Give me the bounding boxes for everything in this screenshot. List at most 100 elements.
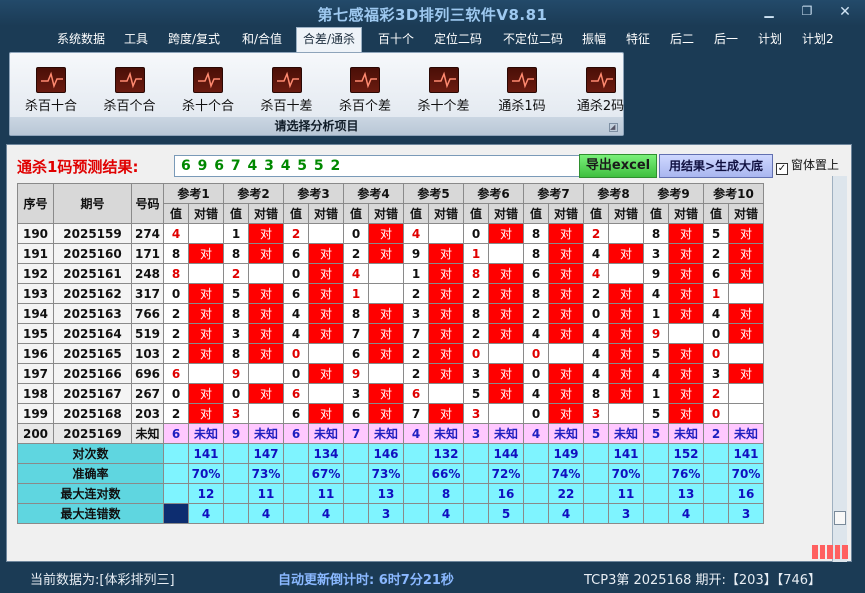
cell-value: 2 xyxy=(583,223,609,244)
cell-value: 9 xyxy=(643,323,669,344)
menu-item-2[interactable]: 跨度/复式 xyxy=(168,30,220,47)
cell-value: 3 xyxy=(463,423,489,444)
generate-base-button[interactable]: 用结果>生成大底 xyxy=(659,154,773,178)
cell-idx: 192 xyxy=(17,263,54,284)
stat-spacer xyxy=(223,463,249,484)
cell-value: 4 xyxy=(643,283,669,304)
table-row[interactable]: 197 2025166 696 6 9 0 对 9 2 对 3 对 0 对 4 对 4 对 3 对 xyxy=(17,363,764,384)
menu-item-10[interactable]: 后二 xyxy=(670,30,694,47)
status-bar: 当前数据为:[体彩排列三] 自动更新倒计时: 6时7分21秒 TCP3第 202… xyxy=(0,565,865,593)
menu-item-6[interactable]: 定位二码 xyxy=(434,30,482,47)
table-row[interactable]: 198 2025167 267 0 对 0 对 6 3 对 6 5 对 4 对 8 对 1 对 2 xyxy=(17,383,764,404)
cell-hit: 对 xyxy=(668,243,704,264)
stat-value: 147 xyxy=(248,443,284,464)
vertical-scrollbar[interactable] xyxy=(832,176,847,562)
cell-value: 8 xyxy=(583,383,609,404)
ribbon-button-6[interactable]: 通杀1码 xyxy=(485,67,559,114)
menu-item-1[interactable]: 工具 xyxy=(124,30,148,47)
cell-value: 2 xyxy=(283,223,309,244)
cell-hit: 对 xyxy=(188,403,224,424)
stat-spacer xyxy=(703,483,729,504)
cell-value: 4 xyxy=(283,323,309,344)
cell-value: 2 xyxy=(703,423,729,444)
menu-item-7[interactable]: 不定位二码 xyxy=(503,30,563,47)
cell-hit: 对 xyxy=(248,383,284,404)
cell-hit: 对 xyxy=(428,283,464,304)
menu-item-13[interactable]: 计划2 xyxy=(802,30,834,47)
stat-spacer xyxy=(163,463,189,484)
maximize-icon[interactable]: ❐ xyxy=(798,4,816,18)
minimize-icon[interactable]: ▁ xyxy=(760,4,778,18)
cell-value: 5 xyxy=(583,423,609,444)
stat-value: 149 xyxy=(548,443,584,464)
menu-item-12[interactable]: 计划 xyxy=(758,30,782,47)
scrollbar-thumb[interactable] xyxy=(834,511,846,525)
menu-item-8[interactable]: 振幅 xyxy=(582,30,606,47)
cell-hit: 对 xyxy=(248,303,284,324)
cell-hit: 对 xyxy=(548,243,584,264)
ribbon-button-3[interactable]: 杀百十差 xyxy=(250,67,324,114)
chart-pulse-icon xyxy=(271,67,302,93)
table-row[interactable]: 193 2025162 317 0 对 5 对 6 对 1 2 对 2 对 8 对 2 对 4 对 1 xyxy=(17,283,764,304)
stat-spacer xyxy=(643,483,669,504)
cell-hit: 对 xyxy=(608,343,644,364)
table-row[interactable]: 191 2025160 171 8 对 8 对 6 对 2 对 9 对 1 8 对 4 对 3 对 2 对 xyxy=(17,243,764,264)
menu-item-9[interactable]: 特征 xyxy=(626,30,650,47)
table-row[interactable]: 199 2025168 203 2 对 3 6 对 6 对 7 对 3 0 对 3 5 对 0 xyxy=(17,403,764,424)
table-row[interactable]: 195 2025164 519 2 对 3 对 4 对 7 对 7 对 2 对 4 对 4 对 9 0 对 xyxy=(17,323,764,344)
ribbon-button-7[interactable]: 通杀2码 xyxy=(564,67,638,114)
header-val: 值 xyxy=(343,203,369,224)
menu-item-0[interactable]: 系统数据 xyxy=(57,30,105,47)
cell-hit: 对 xyxy=(608,283,644,304)
ribbon-button-4[interactable]: 杀百个差 xyxy=(328,67,402,114)
prediction-output[interactable]: 6 9 6 7 4 3 4 5 5 2 xyxy=(174,155,580,177)
menu-item-11[interactable]: 后一 xyxy=(714,30,738,47)
cell-value: 8 xyxy=(643,223,669,244)
cell-hit: 对 xyxy=(248,223,284,244)
table-row[interactable]: 196 2025165 103 2 对 8 对 0 6 对 2 对 0 0 4 对 5 对 0 xyxy=(17,343,764,364)
stat-value: 22 xyxy=(548,483,584,504)
cell-value: 9 xyxy=(403,243,429,264)
cell-hit: 对 xyxy=(308,243,344,264)
table-row[interactable]: 190 2025159 274 4 1 对 2 0 对 4 0 对 8 对 2 8 对 5 对 xyxy=(17,223,764,244)
menu-item-4[interactable]: 合差/通杀 xyxy=(296,27,363,52)
cell-value: 1 xyxy=(643,303,669,324)
stat-spacer xyxy=(643,443,669,464)
cell-hit: 对 xyxy=(608,243,644,264)
menu-item-5[interactable]: 百十个 xyxy=(378,30,414,47)
stat-value: 11 xyxy=(248,483,284,504)
cell-hit: 对 xyxy=(608,363,644,384)
header-result: 对错 xyxy=(668,203,704,224)
cell-miss xyxy=(188,223,224,244)
table-row-pending[interactable]: 200 2025169 未知 6 未知 9 未知 6 未知 7 未知 4 未知 3 未知 4 未知 5 未知 5 未知 2… xyxy=(17,423,764,444)
cell-hit: 对 xyxy=(668,383,704,404)
header-ref: 参考9 xyxy=(643,183,704,204)
cell-hit: 对 xyxy=(488,363,524,384)
ribbon-expand-icon[interactable]: ◢ xyxy=(609,123,618,132)
table-row[interactable]: 194 2025163 766 2 对 8 对 4 对 8 对 3 对 8 对 2 对 0 对 1 对 4 对 xyxy=(17,303,764,324)
cell-hit: 对 xyxy=(668,223,704,244)
cell-hit: 对 xyxy=(368,323,404,344)
table-row[interactable]: 192 2025161 248 8 2 0 对 4 1 对 8 对 6 对 4 9 对 6 对 xyxy=(17,263,764,284)
cell-period: 2025168 xyxy=(53,403,132,424)
stat-value: 4 xyxy=(188,503,224,524)
ribbon-button-5[interactable]: 杀十个差 xyxy=(407,67,481,114)
ribbon-button-label: 杀百十差 xyxy=(260,99,313,114)
topmost-checkbox[interactable]: ✓ 窗体置上 xyxy=(776,156,839,175)
cell-idx: 191 xyxy=(17,243,54,264)
close-icon[interactable]: ✕ xyxy=(836,4,854,20)
export-excel-button[interactable]: 导出excel xyxy=(579,154,657,178)
cell-hit: 对 xyxy=(368,403,404,424)
cell-hit: 对 xyxy=(488,303,524,324)
menu-item-3[interactable]: 和/合值 xyxy=(242,30,282,47)
cell-miss xyxy=(728,283,764,304)
header-ref: 参考10 xyxy=(703,183,764,204)
stat-spacer xyxy=(583,463,609,484)
cell-hit: 对 xyxy=(188,383,224,404)
ribbon-button-1[interactable]: 杀百个合 xyxy=(93,67,167,114)
cell-hit: 对 xyxy=(248,323,284,344)
header-val: 值 xyxy=(163,203,189,224)
header-ref: 参考1 xyxy=(163,183,224,204)
ribbon-button-0[interactable]: 杀百十合 xyxy=(14,67,88,114)
ribbon-button-2[interactable]: 杀十个合 xyxy=(171,67,245,114)
